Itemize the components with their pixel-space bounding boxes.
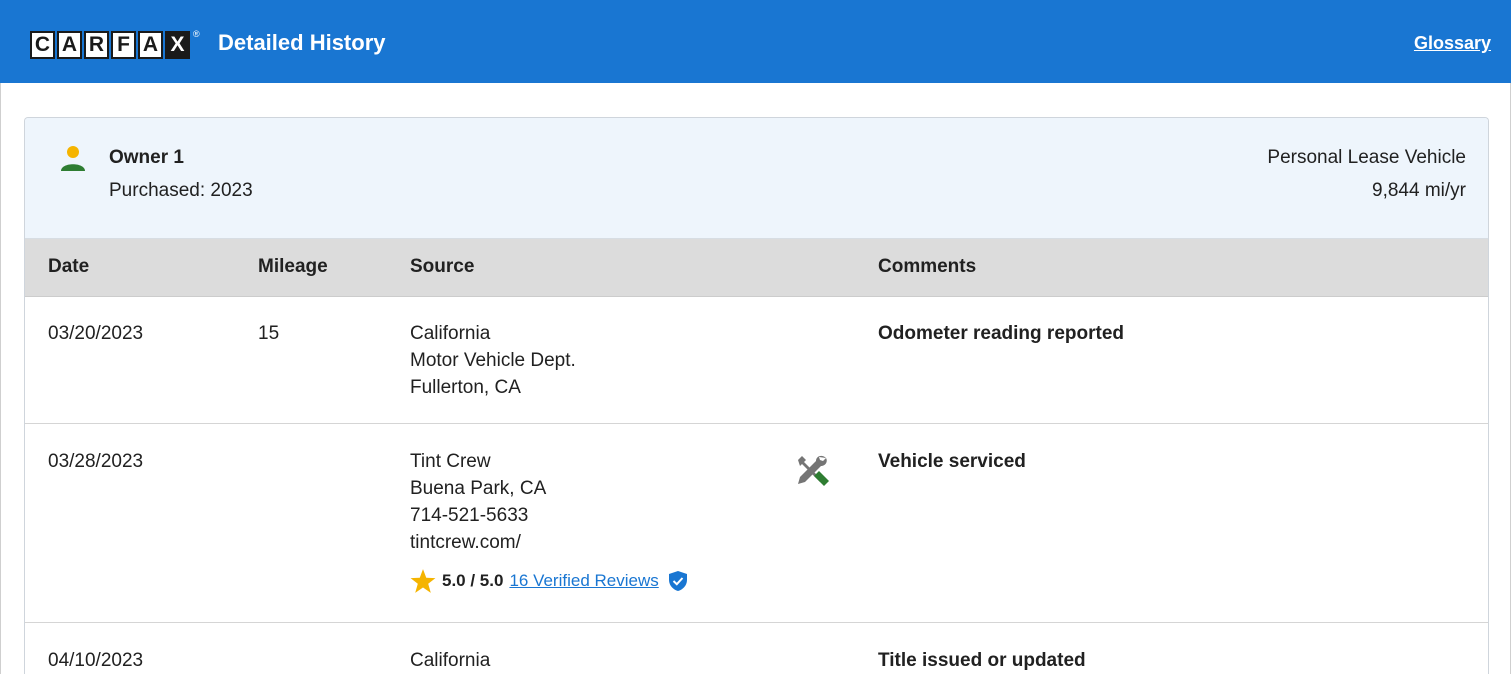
source-line: 714-521-5633 — [410, 505, 529, 526]
top-bar: C A R F A X ® Detailed History Glossary — [0, 0, 1511, 83]
column-header-source: Source — [410, 256, 475, 277]
table-row: 03/28/2023 Tint Crew Buena Park, CA 714-… — [25, 424, 1488, 623]
row-date: 03/28/2023 — [48, 451, 144, 472]
logo-letter: A — [138, 31, 163, 59]
source-line: Buena Park, CA — [410, 478, 547, 499]
glossary-link[interactable]: Glossary — [1414, 33, 1491, 54]
column-header-comments: Comments — [878, 256, 977, 277]
miles-per-year: 9,844 mi/yr — [1372, 180, 1466, 201]
registered-mark: ® — [193, 29, 200, 39]
row-comment: Odometer reading reported — [878, 323, 1124, 344]
row-date: 03/20/2023 — [48, 323, 144, 344]
row-comment: Title issued or updated — [878, 650, 1086, 671]
logo-letter: X — [165, 31, 190, 59]
row-source: California Motor Vehicle Dept. Fullerton… — [410, 320, 576, 401]
logo-letter: C — [30, 31, 55, 59]
logo-letter: F — [111, 31, 136, 59]
logo-letter: R — [84, 31, 109, 59]
page-title: Detailed History — [218, 30, 386, 55]
owner-title: Owner 1 — [109, 147, 184, 168]
rating-score: 5.0 / 5.0 — [442, 571, 504, 590]
source-line: Tint Crew — [410, 451, 491, 472]
vehicle-type: Personal Lease Vehicle — [1267, 147, 1466, 168]
page-border-left — [0, 83, 1, 674]
table-row: 04/10/2023 California Title issued or up… — [25, 623, 1488, 674]
table-header: Date Mileage Source Comments — [25, 239, 1488, 297]
logo-letter: A — [57, 31, 82, 59]
verified-reviews-link[interactable]: 16 Verified Reviews — [509, 571, 658, 591]
row-source: Tint Crew Buena Park, CA 714-521-5633 ti… — [410, 448, 546, 556]
owner-purchased: Purchased: 2023 — [109, 180, 253, 201]
row-mileage: 15 — [258, 323, 280, 344]
source-line: California — [410, 323, 491, 344]
history-card: Owner 1 Purchased: 2023 Personal Lease V… — [24, 117, 1489, 674]
column-header-mileage: Mileage — [258, 256, 328, 277]
row-comment: Vehicle serviced — [878, 451, 1026, 472]
star-icon — [410, 569, 436, 593]
table-row: 03/20/2023 15 California Motor Vehicle D… — [25, 298, 1488, 424]
column-header-date: Date — [48, 256, 90, 277]
source-line: Fullerton, CA — [410, 377, 521, 398]
source-line: California — [410, 650, 491, 671]
owner-header: Owner 1 Purchased: 2023 Personal Lease V… — [25, 118, 1488, 239]
wrench-screwdriver-icon — [798, 455, 829, 486]
source-line: tintcrew.com/ — [410, 532, 521, 553]
verified-shield-icon[interactable] — [668, 571, 687, 591]
person-icon — [61, 146, 85, 171]
row-date: 04/10/2023 — [48, 650, 144, 671]
row-source: California — [410, 647, 490, 674]
shop-rating: 5.0 / 5.0 16 Verified Reviews — [410, 567, 687, 595]
source-line: Motor Vehicle Dept. — [410, 350, 576, 371]
carfax-logo[interactable]: C A R F A X ® — [30, 29, 200, 59]
